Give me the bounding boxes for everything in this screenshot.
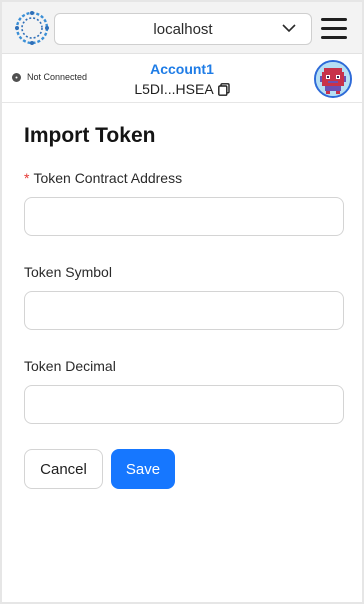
token-decimal-input[interactable]: [24, 385, 344, 424]
token-address-label: * Token Contract Address: [24, 170, 182, 186]
token-symbol-input[interactable]: [24, 291, 344, 330]
account-bar: Not Connected Account1 L5DI...HSEA: [2, 55, 362, 103]
token-address-input[interactable]: [24, 197, 344, 236]
status-dot-icon: [12, 72, 21, 82]
chevron-down-icon: [282, 24, 296, 33]
token-symbol-label: Token Symbol: [24, 264, 112, 280]
account-address: L5DI...HSEA: [132, 81, 232, 97]
account-name[interactable]: Account1: [130, 61, 234, 77]
copy-icon[interactable]: [217, 82, 230, 96]
account-address-text: L5DI...HSEA: [134, 81, 214, 97]
token-address-label-text: Token Contract Address: [33, 170, 183, 186]
required-mark: *: [24, 170, 30, 186]
top-bar: localhost: [2, 2, 362, 54]
token-decimal-label: Token Decimal: [24, 358, 116, 374]
network-selector[interactable]: localhost: [54, 13, 312, 45]
cancel-button[interactable]: Cancel: [24, 449, 103, 489]
network-selector-label: localhost: [153, 20, 213, 38]
hamburger-menu-icon[interactable]: [321, 16, 347, 40]
save-button[interactable]: Save: [111, 449, 175, 489]
account-avatar[interactable]: [314, 60, 352, 98]
connection-status-label: Not Connected: [27, 72, 88, 82]
connection-status: Not Connected: [12, 72, 87, 82]
page-title: Import Token: [24, 124, 156, 147]
app-frame: localhost Not Connected Account1 L5DI...…: [0, 0, 364, 604]
network-logo-icon[interactable]: [14, 10, 50, 46]
